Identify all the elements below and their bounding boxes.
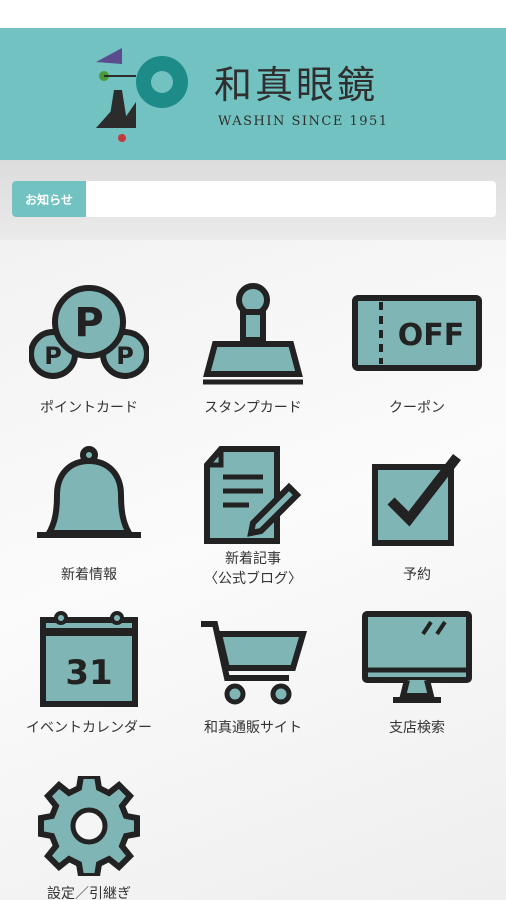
menu-item-blog[interactable]: 新着記事 〈公式ブログ〉 bbox=[169, 445, 337, 589]
points-letter-main: P bbox=[74, 300, 103, 346]
menu-label-store-search: 支店検索 bbox=[389, 720, 445, 736]
menu-item-online-shop[interactable]: 和真通販サイト bbox=[169, 610, 337, 738]
menu-item-coupon[interactable]: OFF クーポン bbox=[333, 282, 501, 418]
menu-label-stamp-card: スタンプカード bbox=[204, 400, 302, 416]
menu-label-reservation: 予約 bbox=[403, 567, 431, 583]
points-icon: P P P bbox=[29, 285, 149, 379]
points-letter-left: P bbox=[44, 342, 62, 370]
document-icon bbox=[204, 446, 302, 544]
monitor-icon bbox=[362, 611, 472, 703]
app-header: 和真眼鏡 WASHIN SINCE 1951 bbox=[0, 28, 506, 160]
menu-label-online-shop: 和真通販サイト bbox=[204, 720, 302, 736]
menu-label-settings: 設定／引継ぎ bbox=[47, 886, 131, 900]
menu-item-stamp-card[interactable]: スタンプカード bbox=[169, 282, 337, 418]
menu-label-blog: 新着記事 〈公式ブログ〉 bbox=[204, 551, 302, 587]
logo-icon bbox=[96, 48, 188, 142]
checkbox-icon bbox=[372, 453, 461, 546]
gear-icon bbox=[38, 776, 140, 876]
menu-item-settings[interactable]: 設定／引継ぎ bbox=[5, 776, 173, 900]
news-bar[interactable]: お知らせ bbox=[12, 181, 496, 217]
menu-item-news[interactable]: 新着情報 bbox=[5, 445, 173, 585]
brand-name: 和真眼鏡 bbox=[214, 63, 379, 107]
coupon-icon: OFF bbox=[352, 295, 482, 371]
menu-label-coupon: クーポン bbox=[389, 400, 445, 416]
coupon-off-text: OFF bbox=[398, 318, 465, 353]
brand: 和真眼鏡 WASHIN SINCE 1951 bbox=[214, 66, 389, 129]
menu-label-news: 新着情報 bbox=[61, 567, 117, 583]
news-area: お知らせ bbox=[0, 160, 506, 240]
calendar-icon: 31 bbox=[40, 611, 138, 707]
stamp-icon bbox=[203, 283, 303, 385]
menu-item-point-card[interactable]: P P P ポイントカード bbox=[5, 282, 173, 418]
menu-item-store-search[interactable]: 支店検索 bbox=[333, 610, 501, 738]
news-label: お知らせ bbox=[12, 181, 86, 217]
status-bar bbox=[0, 0, 506, 28]
bell-icon bbox=[37, 446, 141, 538]
news-text bbox=[86, 181, 496, 217]
menu-item-calendar[interactable]: 31 イベントカレンダー bbox=[5, 610, 173, 738]
menu-label-calendar: イベントカレンダー bbox=[26, 720, 152, 736]
menu-grid: P P P ポイントカード スタンプカード OFF クーポン 新着情報 新着記事… bbox=[0, 240, 506, 900]
points-letter-right: P bbox=[116, 342, 134, 370]
cart-icon bbox=[201, 621, 308, 705]
calendar-day-text: 31 bbox=[65, 653, 112, 693]
menu-label-point-card: ポイントカード bbox=[40, 400, 138, 416]
menu-item-reservation[interactable]: 予約 bbox=[333, 445, 501, 585]
brand-tagline: WASHIN SINCE 1951 bbox=[218, 114, 389, 129]
